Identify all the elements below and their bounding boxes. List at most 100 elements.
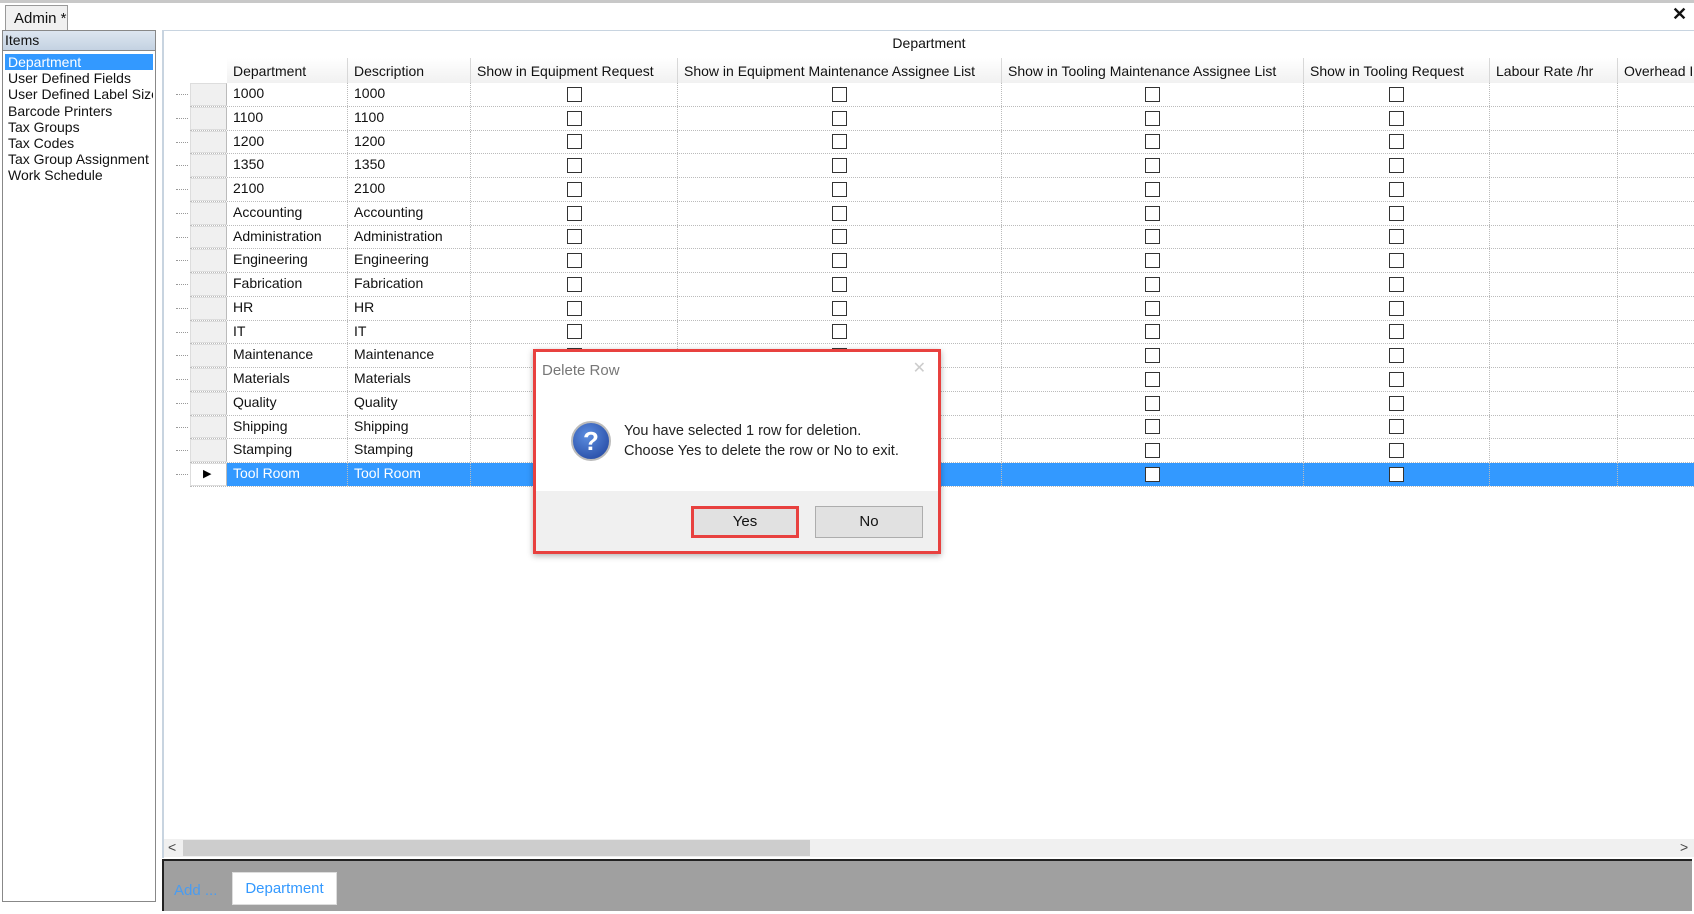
checkbox[interactable] [832,324,847,340]
checkbox[interactable] [832,253,847,269]
items-list-item[interactable]: Tax Group Assignment [5,151,153,167]
checkbox-cell[interactable] [471,296,678,320]
row-header[interactable] [190,154,227,177]
checkbox-cell[interactable] [471,106,678,130]
checkbox-cell[interactable] [678,83,1002,106]
table-row[interactable]: ▶ Tool Room Tool Room [176,463,1694,487]
checkbox[interactable] [1389,158,1404,174]
checkbox[interactable] [566,158,582,174]
checkbox[interactable] [1389,443,1404,459]
department-cell[interactable]: Accounting [227,201,348,225]
table-row[interactable]: Quality Quality [176,391,1694,416]
no-button[interactable]: No [815,506,923,538]
description-cell[interactable]: 1350 [348,154,471,177]
table-row[interactable]: Stamping Stamping [176,439,1694,463]
checkbox-cell[interactable] [1002,154,1304,177]
overhead-cell[interactable] [1618,273,1694,296]
column-header[interactable]: Show in Equipment Request [471,58,678,83]
overhead-cell[interactable] [1618,107,1694,130]
checkbox[interactable] [832,229,847,245]
checkbox-cell[interactable] [1304,130,1490,154]
description-cell[interactable]: 1200 [348,130,471,154]
checkbox-cell[interactable] [1304,154,1490,177]
items-list-item[interactable]: User Defined Label Sizes [5,86,153,102]
checkbox-cell[interactable] [678,225,1002,249]
checkbox-cell[interactable] [1304,368,1490,391]
overhead-cell[interactable] [1618,131,1694,154]
checkbox[interactable] [1389,86,1404,102]
department-cell[interactable]: HR [227,296,348,320]
description-cell[interactable]: Administration [348,225,471,249]
overhead-cell[interactable] [1618,202,1694,225]
table-row[interactable]: Accounting Accounting [176,201,1694,226]
checkbox[interactable] [832,134,847,150]
checkbox-cell[interactable] [471,201,678,225]
department-cell[interactable]: Quality [227,391,348,415]
checkbox-cell[interactable] [1304,178,1490,201]
description-cell[interactable]: Fabrication [348,273,471,296]
department-cell[interactable]: Engineering [227,249,348,272]
checkbox-cell[interactable] [1002,130,1304,154]
table-row[interactable]: IT IT [176,320,1694,345]
overhead-cell[interactable] [1618,178,1694,201]
description-cell[interactable]: Tool Room [348,463,471,486]
checkbox[interactable] [832,181,847,197]
checkbox-cell[interactable] [1002,463,1304,486]
department-cell[interactable]: 1200 [227,130,348,154]
table-row[interactable]: 1200 1200 [176,130,1694,155]
checkbox[interactable] [832,110,847,126]
department-cell[interactable]: IT [227,320,348,344]
table-row[interactable]: 2100 2100 [176,178,1694,202]
row-header[interactable] [190,83,227,106]
checkbox-cell[interactable] [1304,249,1490,272]
checkbox[interactable] [1389,371,1404,387]
checkbox-cell[interactable] [1304,296,1490,320]
checkbox[interactable] [566,300,582,316]
checkbox-cell[interactable] [471,154,678,177]
overhead-cell[interactable] [1618,83,1694,106]
overhead-cell[interactable] [1618,439,1694,462]
checkbox-cell[interactable] [1002,106,1304,130]
table-row[interactable]: Fabrication Fabrication [176,273,1694,297]
row-header[interactable] [190,415,227,439]
checkbox-cell[interactable] [1304,106,1490,130]
overhead-cell[interactable] [1618,392,1694,415]
checkbox-cell[interactable] [1002,439,1304,462]
add-link[interactable]: Add ... [174,882,217,899]
department-cell[interactable]: Maintenance [227,344,348,367]
checkbox[interactable] [832,276,847,292]
checkbox-cell[interactable] [678,130,1002,154]
checkbox-cell[interactable] [1304,439,1490,462]
checkbox[interactable] [1145,466,1160,482]
items-list-item[interactable]: Tax Codes [5,135,153,151]
labour-rate-cell[interactable] [1490,368,1618,391]
description-cell[interactable]: 2100 [348,178,471,201]
description-cell[interactable]: 1100 [348,106,471,130]
checkbox[interactable] [566,229,582,245]
checkbox[interactable] [566,181,582,197]
checkbox[interactable] [832,158,847,174]
column-header[interactable]: Overhead I [1618,58,1694,83]
scroll-right-icon[interactable]: > [1680,839,1688,855]
labour-rate-cell[interactable] [1490,106,1618,130]
department-cell[interactable]: 2100 [227,178,348,201]
checkbox[interactable] [1389,110,1404,126]
checkbox-cell[interactable] [471,178,678,201]
checkbox-cell[interactable] [1002,391,1304,415]
column-header[interactable]: Show in Equipment Maintenance Assignee L… [678,58,1002,83]
description-cell[interactable]: Engineering [348,249,471,272]
column-header[interactable]: Department [227,58,348,83]
checkbox[interactable] [1145,300,1160,316]
labour-rate-cell[interactable] [1490,130,1618,154]
department-cell[interactable]: Stamping [227,439,348,462]
column-header[interactable]: Labour Rate /hr [1490,58,1618,83]
checkbox[interactable] [1389,276,1404,292]
table-row[interactable]: 1100 1100 [176,106,1694,131]
row-header[interactable] [190,273,227,296]
checkbox-cell[interactable] [1002,320,1304,344]
row-header[interactable] [190,368,227,391]
checkbox[interactable] [1389,466,1404,482]
checkbox-cell[interactable] [1304,344,1490,367]
overhead-cell[interactable] [1618,321,1694,344]
department-cell[interactable]: Materials [227,368,348,391]
